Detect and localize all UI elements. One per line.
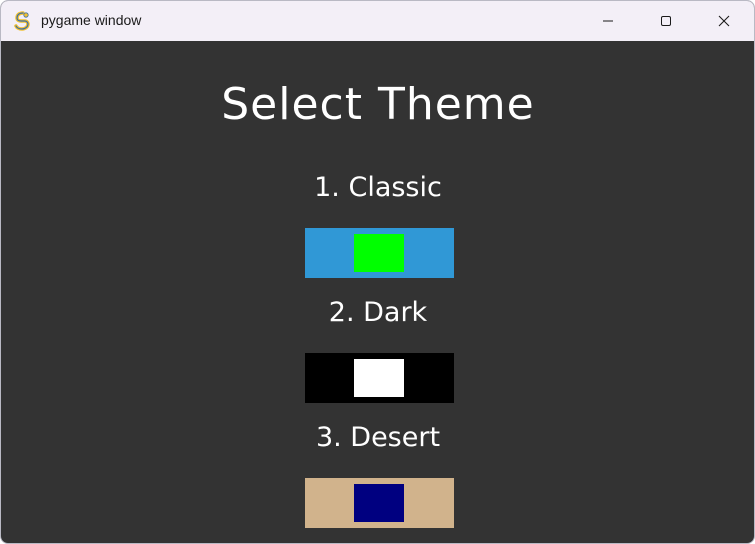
pygame-window: pygame window Select Theme 1. Classic 2.…: [0, 0, 755, 544]
theme-preview-dark-inner: [354, 359, 404, 397]
theme-option-dark-label[interactable]: 2. Dark: [4, 297, 752, 328]
maximize-button[interactable]: [637, 1, 695, 41]
theme-option-classic-label[interactable]: 1. Classic: [4, 172, 752, 203]
close-button[interactable]: [695, 1, 753, 41]
theme-preview-desert-inner: [354, 484, 404, 522]
close-icon: [718, 12, 730, 31]
minimize-icon: [602, 12, 614, 31]
theme-option-desert-label[interactable]: 3. Desert: [4, 422, 752, 453]
theme-preview-desert[interactable]: [305, 478, 454, 528]
theme-preview-classic-inner: [354, 234, 404, 272]
pygame-snake-icon: [13, 11, 33, 31]
minimize-button[interactable]: [579, 1, 637, 41]
title-bar[interactable]: pygame window: [1, 1, 754, 41]
theme-preview-classic[interactable]: [305, 228, 454, 278]
maximize-icon: [660, 12, 672, 31]
page-title: Select Theme: [221, 79, 535, 130]
window-title: pygame window: [41, 12, 142, 28]
game-canvas[interactable]: Select Theme 1. Classic 2. Dark 3. Deser…: [4, 41, 752, 541]
theme-preview-dark[interactable]: [305, 353, 454, 403]
